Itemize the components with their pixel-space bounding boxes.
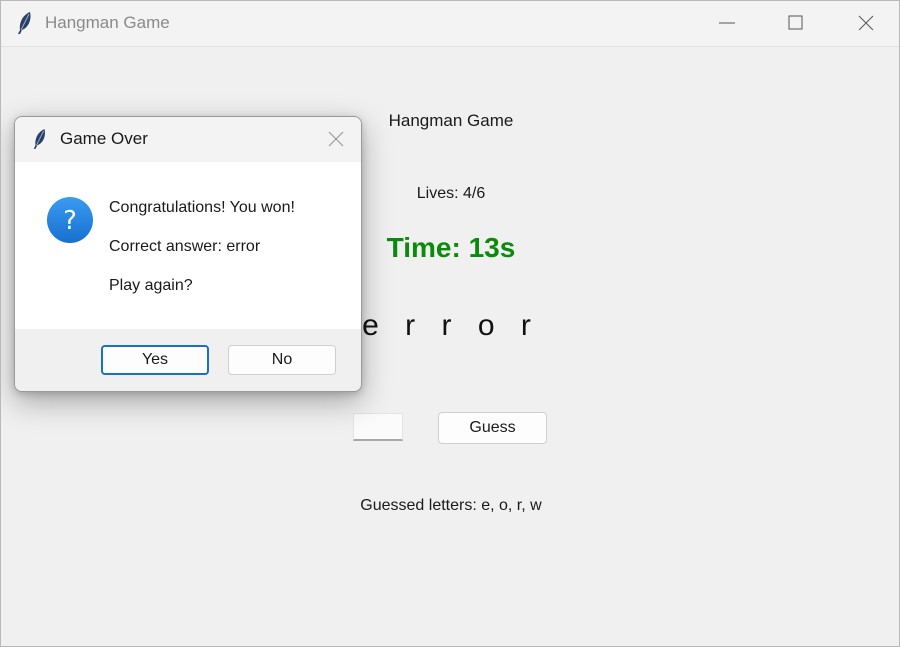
guess-button[interactable]: Guess xyxy=(438,412,547,444)
no-button[interactable]: No xyxy=(228,345,336,375)
guess-input[interactable] xyxy=(353,413,403,441)
maximize-button[interactable] xyxy=(766,1,826,46)
dialog-footer: Yes No xyxy=(15,329,361,391)
dialog-message-line: Congratulations! You won! xyxy=(109,199,295,216)
yes-button[interactable]: Yes xyxy=(101,345,209,375)
question-icon: ? xyxy=(46,196,94,244)
window-title: Hangman Game xyxy=(45,13,170,32)
feather-icon xyxy=(31,127,49,151)
game-heading: Hangman Game xyxy=(388,111,514,130)
dialog-message-line: Play again? xyxy=(109,277,193,294)
close-button[interactable] xyxy=(836,1,896,46)
lives-label: Lives: 4/6 xyxy=(416,185,486,202)
hangman-window: Hangman Game Hangman Game Lives: 4/6 Tim… xyxy=(0,0,900,647)
title-bar[interactable]: Hangman Game xyxy=(1,1,899,47)
minimize-button[interactable] xyxy=(697,1,757,46)
dialog-message-line: Correct answer: error xyxy=(109,238,261,255)
dialog-body: ? Congratulations! You won! Correct answ… xyxy=(15,162,361,329)
dialog-close-button[interactable] xyxy=(319,124,353,154)
minimize-icon xyxy=(719,22,735,24)
svg-text:?: ? xyxy=(63,206,77,236)
dialog-title: Game Over xyxy=(60,129,148,148)
feather-icon xyxy=(15,11,35,35)
close-icon xyxy=(858,15,874,31)
guessed-letters-label: Guessed letters: e, o, r, w xyxy=(360,497,542,514)
maximize-icon xyxy=(788,15,803,30)
dialog-title-bar[interactable]: Game Over xyxy=(15,117,361,162)
game-over-dialog: Game Over ? Congratulations! You won! Co… xyxy=(14,116,362,392)
close-icon xyxy=(328,131,344,147)
